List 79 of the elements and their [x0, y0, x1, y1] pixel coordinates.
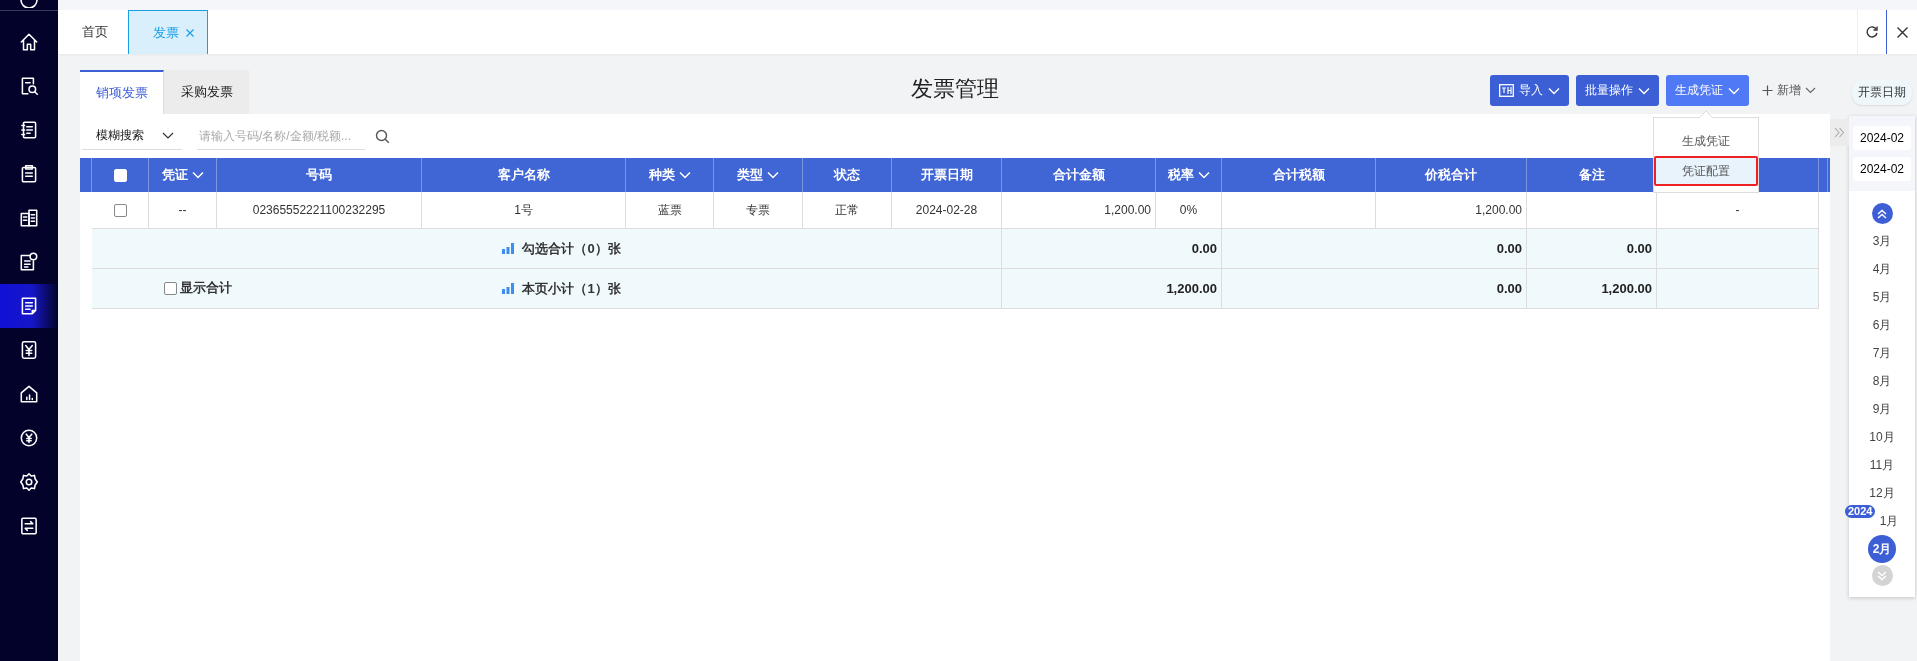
month-item[interactable]: 9月	[1868, 395, 1896, 423]
date-chip[interactable]: 2024-02	[1853, 126, 1911, 150]
chevron-down-icon[interactable]	[678, 171, 691, 179]
date-chip[interactable]: 2024-02	[1853, 157, 1911, 181]
month-item[interactable]: 12月	[1868, 479, 1896, 507]
chevron-down-icon[interactable]	[1197, 171, 1210, 179]
add-button[interactable]: 新增	[1756, 75, 1820, 106]
chevron-down-icon	[1805, 87, 1816, 94]
action-button[interactable]: 生成凭证	[1666, 75, 1749, 106]
show-total-checkbox[interactable]	[164, 281, 177, 295]
chevron-down-icon[interactable]	[767, 171, 779, 179]
search-icon[interactable]	[375, 128, 390, 144]
month-item[interactable]: 7月	[1868, 339, 1896, 367]
month-item[interactable]: 11月	[1868, 451, 1896, 479]
month-item[interactable]: 10月	[1868, 423, 1896, 451]
document-coin-icon	[18, 251, 40, 273]
summary-label: 本页小计（1）张	[522, 279, 621, 298]
double-chevron-right-icon	[1834, 127, 1845, 138]
summary-total: 0.00	[1222, 269, 1527, 309]
column-header: 类型	[737, 166, 763, 184]
settings-icon	[18, 471, 40, 493]
chevron-down-icon[interactable]	[191, 171, 204, 179]
refresh-button[interactable]	[1857, 10, 1887, 54]
month-item[interactable]: 3月	[1868, 227, 1896, 255]
tooltip: 开票日期	[1852, 80, 1912, 105]
month-item[interactable]: 5月	[1868, 283, 1896, 311]
column-header: 状态	[834, 166, 860, 184]
bar-chart-icon	[502, 283, 515, 294]
house-icon	[18, 383, 40, 405]
invoice-tab[interactable]: 销项发票	[80, 70, 164, 114]
transfer-icon	[18, 515, 40, 537]
month-item[interactable]: 6月	[1868, 311, 1896, 339]
scroll-up-button[interactable]	[1871, 203, 1893, 224]
search-mode-dropdown[interactable]: 模糊搜索	[82, 122, 182, 150]
row-checkbox[interactable]	[113, 203, 127, 217]
menu-item[interactable]: 凭证配置	[1654, 156, 1758, 186]
select-all-checkbox[interactable]	[113, 168, 127, 182]
yen-circle-icon	[18, 427, 40, 449]
checkbox-label: 显示合计	[180, 279, 232, 298]
year-badge: 2024	[1845, 505, 1876, 518]
summary-label: 勾选合计（0）张	[522, 239, 621, 258]
double-chevron-down-icon	[1876, 569, 1888, 582]
building-icon	[18, 207, 40, 229]
column-header: 种类	[648, 166, 675, 184]
column-header: 价税合计	[1425, 166, 1477, 184]
column-header: 开票日期	[920, 166, 973, 184]
refresh-icon	[1865, 25, 1879, 39]
column-header: 合计金额	[1052, 166, 1105, 184]
summary-total: 0.00	[1527, 229, 1657, 269]
home-icon	[18, 31, 40, 53]
column-header: 税率	[1167, 166, 1194, 184]
summary-total: 1,200.00	[1527, 269, 1657, 309]
menu-item[interactable]: 生成凭证	[1654, 126, 1758, 156]
import-icon	[1499, 84, 1514, 97]
plus-icon	[1762, 85, 1773, 96]
summary-total: 1,200.00	[1002, 269, 1222, 309]
column-header: 客户名称	[497, 166, 550, 184]
chevron-down-icon	[1638, 86, 1650, 95]
summary-total: 0.00	[1002, 229, 1222, 269]
page-title: 发票管理	[910, 75, 1000, 103]
page-tab[interactable]: 首页	[70, 10, 128, 54]
chevron-down-icon	[1548, 86, 1560, 95]
chevron-down-icon	[162, 132, 174, 139]
column-header: 备注	[1578, 166, 1605, 184]
sidebar-item[interactable]	[0, 284, 58, 328]
column-header: 凭证	[161, 166, 188, 184]
column-header: 号码	[306, 166, 332, 184]
summary-total: 0.00	[1222, 229, 1527, 269]
close-icon	[1895, 25, 1909, 39]
bar-chart-icon	[502, 243, 515, 254]
column-header: 合计税额	[1272, 166, 1325, 184]
double-chevron-up-icon	[1876, 207, 1888, 220]
chevron-down-icon	[1728, 86, 1740, 95]
month-item[interactable]: 8月	[1868, 367, 1896, 395]
month-item[interactable]: 2月	[1868, 535, 1896, 563]
action-button[interactable]: 导入	[1490, 75, 1569, 106]
invoice-tab[interactable]: 采购发票	[164, 70, 249, 114]
action-button[interactable]: 批量操作	[1576, 75, 1659, 106]
month-item[interactable]: 4月	[1868, 255, 1896, 283]
